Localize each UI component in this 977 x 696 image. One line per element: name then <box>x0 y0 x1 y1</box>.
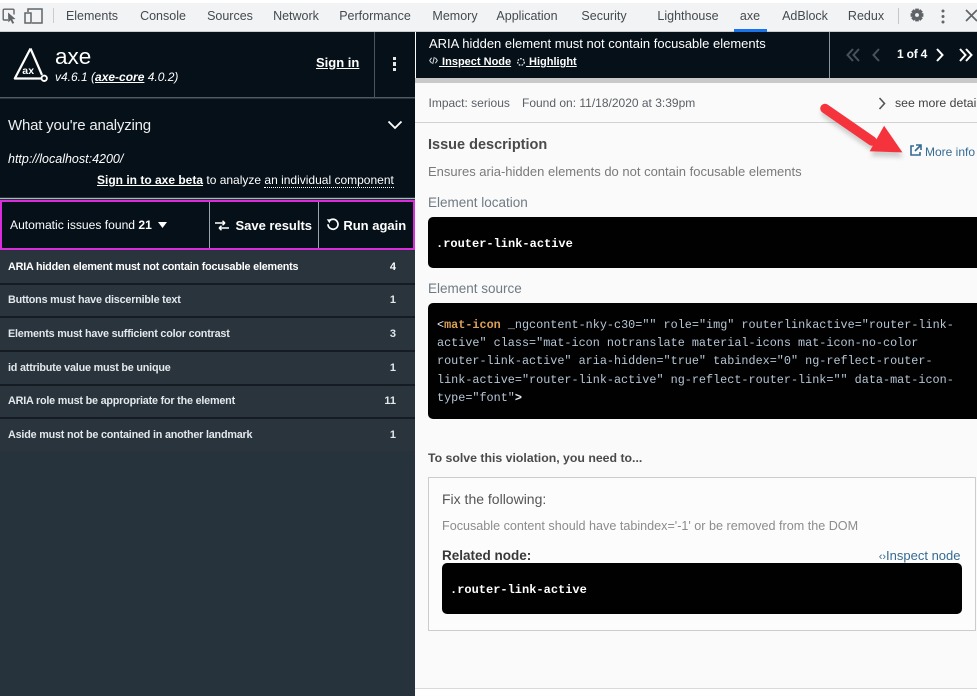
svg-text:ax: ax <box>22 65 34 77</box>
